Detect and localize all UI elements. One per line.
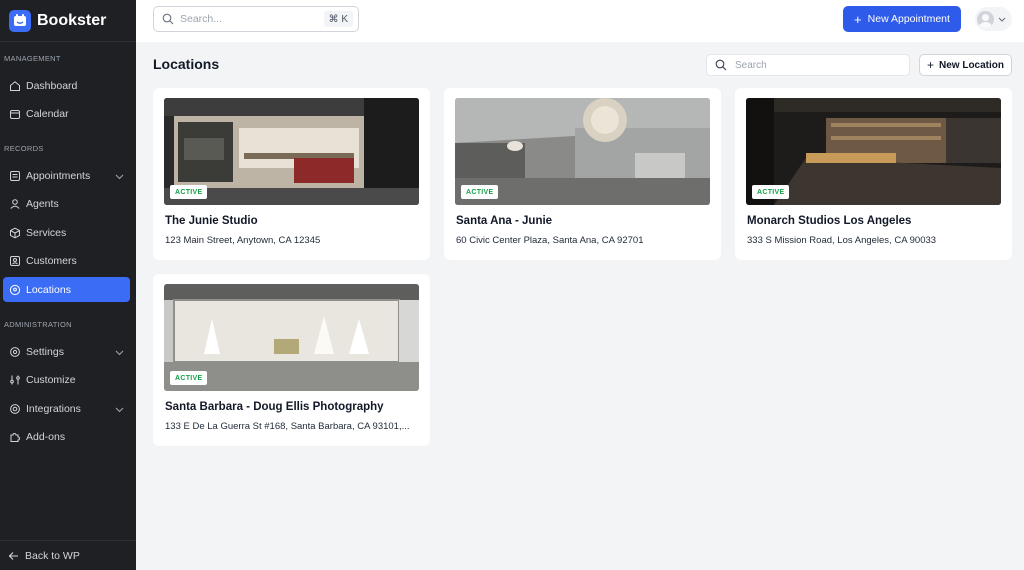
user-icon (9, 198, 21, 210)
list-icon (9, 170, 21, 182)
sidebar-item-agents[interactable]: Agents (3, 191, 130, 216)
user-menu[interactable] (975, 7, 1012, 31)
sliders-icon (9, 374, 21, 386)
gear-icon (9, 346, 21, 358)
sidebar-item-label: Appointments (26, 169, 91, 182)
sidebar-item-appointments[interactable]: Appointments (3, 163, 130, 188)
location-address: 123 Main Street, Anytown, CA 12345 (165, 235, 321, 246)
id-card-icon (9, 255, 21, 267)
sidebar-item-label: Customize (26, 373, 76, 386)
location-name: Santa Barbara - Doug Ellis Photography (165, 401, 384, 413)
location-photo: ACTIVE (746, 98, 1001, 205)
chevron-down-icon (115, 347, 124, 359)
status-badge: ACTIVE (461, 185, 499, 199)
page-title: Locations (153, 56, 220, 72)
location-card[interactable]: ACTIVE Santa Ana - Junie 60 Civic Center… (444, 88, 721, 260)
new-location-button[interactable]: + New Location (919, 54, 1012, 76)
location-name: Santa Ana - Junie (456, 215, 553, 227)
status-badge: ACTIVE (170, 185, 208, 199)
home-icon (9, 80, 21, 92)
status-badge: ACTIVE (752, 185, 790, 199)
sidebar-item-label: Services (26, 226, 67, 239)
sidebar-item-label: Integrations (26, 402, 81, 415)
sidebar-item-customize[interactable]: Customize (3, 367, 130, 392)
location-card[interactable]: ACTIVE Santa Barbara - Doug Ellis Photog… (153, 274, 430, 446)
chevron-down-icon (115, 171, 124, 183)
search-icon (715, 59, 727, 71)
sidebar-item-label: Locations (26, 283, 71, 296)
sidebar-item-customers[interactable]: Customers (3, 248, 130, 273)
location-photo: ACTIVE (164, 98, 419, 205)
section-management: MANAGEMENT (4, 54, 61, 63)
new-location-label: New Location (939, 59, 1005, 71)
puzzle-icon (9, 431, 21, 443)
sidebar-item-label: Calendar (26, 107, 69, 120)
sidebar-item-settings[interactable]: Settings (3, 339, 130, 364)
location-address: 133 E De La Guerra St #168, Santa Barbar… (165, 421, 410, 432)
sidebar-item-add-ons[interactable]: Add-ons (3, 424, 130, 449)
sidebar-item-label: Add-ons (26, 430, 66, 443)
avatar (977, 10, 994, 28)
status-badge: ACTIVE (170, 371, 208, 385)
sidebar-item-locations[interactable]: Locations (3, 277, 130, 302)
chevron-down-icon (998, 17, 1006, 22)
location-name: Monarch Studios Los Angeles (747, 215, 912, 227)
sidebar-item-label: Settings (26, 345, 64, 358)
new-appointment-button[interactable]: + New Appointment (843, 6, 961, 32)
location-photo: ACTIVE (455, 98, 710, 205)
plus-icon: + (926, 58, 934, 72)
back-to-wp-label: Back to WP (25, 549, 80, 562)
sidebar-item-calendar[interactable]: Calendar (3, 101, 130, 126)
search-placeholder: Search (735, 59, 767, 71)
plus-icon: + (854, 11, 862, 27)
sidebar-item-dashboard[interactable]: Dashboard (3, 73, 130, 98)
section-records: RECORDS (4, 144, 44, 153)
location-address: 60 Civic Center Plaza, Santa Ana, CA 927… (456, 235, 644, 246)
locations-search-input[interactable]: Search (706, 54, 910, 76)
chevron-down-icon (115, 404, 124, 416)
location-card[interactable]: ACTIVE Monarch Studios Los Angeles 333 S… (735, 88, 1012, 260)
section-administration: ADMINISTRATION (4, 320, 72, 329)
shortcut-badge: ⌘ K (323, 11, 353, 27)
box-icon (9, 227, 21, 239)
location-card[interactable]: ACTIVE The Junie Studio 123 Main Street,… (153, 88, 430, 260)
location-photo: ACTIVE (164, 284, 419, 391)
plug-icon (9, 403, 21, 415)
global-search-input[interactable]: Search... ⌘ K (153, 6, 359, 32)
location-address: 333 S Mission Road, Los Angeles, CA 9003… (747, 235, 937, 246)
sidebar-item-label: Agents (26, 197, 59, 210)
logo-icon (9, 9, 31, 32)
calendar-icon (9, 108, 21, 120)
sidebar-item-label: Dashboard (26, 79, 78, 92)
location-name: The Junie Studio (165, 215, 258, 227)
new-appointment-label: New Appointment (867, 13, 950, 25)
sidebar-item-integrations[interactable]: Integrations (3, 396, 130, 421)
brand-name: Bookster (37, 11, 107, 29)
topbar: Search... ⌘ K + New Appointment (136, 0, 1024, 42)
sidebar-item-label: Customers (26, 254, 77, 267)
brand[interactable]: Bookster (0, 0, 136, 42)
sidebar-item-services[interactable]: Services (3, 220, 130, 245)
search-icon (162, 13, 174, 25)
back-to-wp-link[interactable]: Back to WP (0, 540, 136, 570)
arrow-left-icon (8, 551, 19, 561)
sidebar: Bookster MANAGEMENT Dashboard Calendar R… (0, 0, 136, 570)
search-placeholder: Search... (180, 13, 223, 25)
location-pin-icon (9, 284, 21, 296)
